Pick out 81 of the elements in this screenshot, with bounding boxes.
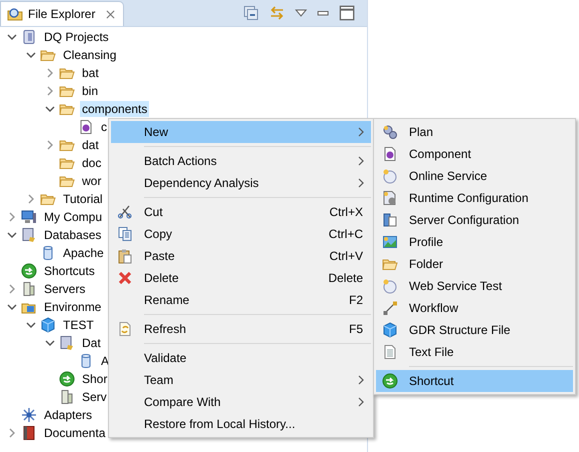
- delete-icon: [117, 270, 133, 286]
- menu-item[interactable]: New: [111, 121, 371, 143]
- menu-item[interactable]: Profile: [376, 231, 573, 253]
- scissors-icon: [117, 204, 133, 220]
- server-config-icon: [382, 212, 398, 228]
- menu-item[interactable]: Restore from Local History...: [111, 413, 371, 435]
- shortcut-key: Ctrl+V: [329, 249, 371, 263]
- cube-icon: [382, 322, 398, 338]
- text-file-icon: [382, 344, 398, 360]
- computer-icon: [21, 209, 37, 225]
- tree-item[interactable]: DQ Projects: [42, 29, 111, 45]
- tree-item[interactable]: Documenta: [42, 425, 108, 441]
- collapse-all-icon[interactable]: [243, 5, 259, 21]
- project-icon: [21, 29, 37, 45]
- cube-icon: [40, 317, 56, 333]
- tree-item[interactable]: Cleansing: [61, 47, 118, 63]
- menu-item[interactable]: Copy Ctrl+C: [111, 223, 371, 245]
- menu-item[interactable]: Runtime Configuration: [376, 187, 573, 209]
- tree-item[interactable]: Shortcuts: [42, 263, 97, 279]
- view-tab[interactable]: File Explorer: [0, 1, 124, 26]
- tree-item[interactable]: Adapters: [42, 407, 94, 423]
- close-icon[interactable]: [106, 10, 116, 18]
- tree-item[interactable]: wor: [80, 173, 104, 189]
- tree-item[interactable]: Shor: [80, 371, 110, 387]
- menu-item[interactable]: Online Service: [376, 165, 573, 187]
- menu-item[interactable]: Compare With: [111, 391, 371, 413]
- menu-item[interactable]: Text File: [376, 341, 573, 363]
- menu-item[interactable]: Folder: [376, 253, 573, 275]
- component-file-icon: [78, 119, 94, 135]
- tree-item[interactable]: Databases: [42, 227, 104, 243]
- menu-item[interactable]: Paste Ctrl+V: [111, 245, 371, 267]
- menu-item[interactable]: Server Configuration: [376, 209, 573, 231]
- tree-item[interactable]: Environme: [42, 299, 104, 315]
- menu-item[interactable]: GDR Structure File: [376, 319, 573, 341]
- runtime-config-icon: [382, 190, 398, 206]
- tree-item[interactable]: My Compu: [42, 209, 104, 225]
- menu-item[interactable]: Validate: [111, 347, 371, 369]
- shortcut-key: Delete: [328, 271, 371, 285]
- server-icon: [59, 389, 75, 405]
- tree-item[interactable]: doc: [80, 155, 104, 171]
- menu-item[interactable]: Refresh F5: [111, 318, 371, 340]
- menu-item[interactable]: Plan: [376, 121, 573, 143]
- minimize-icon[interactable]: [317, 9, 329, 17]
- tree-item[interactable]: Dat: [80, 335, 103, 351]
- shortcut-icon: [59, 371, 75, 387]
- menu-item[interactable]: Workflow: [376, 297, 573, 319]
- shortcut-key: F2: [348, 293, 371, 307]
- menu-item[interactable]: Dependency Analysis: [111, 172, 371, 194]
- tree-item[interactable]: Apache: [61, 245, 106, 261]
- menu-item[interactable]: Web Service Test: [376, 275, 573, 297]
- shortcut-key: Ctrl+C: [328, 227, 371, 241]
- menu-item[interactable]: Component: [376, 143, 573, 165]
- menu-item[interactable]: Shortcut: [376, 370, 573, 392]
- tree-item[interactable]: bat: [80, 65, 101, 81]
- workflow-icon: [382, 300, 398, 316]
- tree-item[interactable]: TEST: [61, 317, 96, 333]
- menu-item[interactable]: Batch Actions: [111, 150, 371, 172]
- menu-item[interactable]: Delete Delete: [111, 267, 371, 289]
- tree-item[interactable]: Tutorial: [61, 191, 105, 207]
- tree-item[interactable]: bin: [80, 83, 100, 99]
- paste-icon: [117, 248, 133, 264]
- shortcut-icon: [382, 373, 398, 389]
- maximize-icon[interactable]: [339, 5, 355, 21]
- shortcut-key: F5: [348, 322, 371, 336]
- server-icon: [21, 281, 37, 297]
- magnifier-folder-icon: [7, 6, 23, 22]
- tree-item[interactable]: Serv: [80, 389, 109, 405]
- refresh-icon: [117, 321, 133, 337]
- copy-icon: [117, 226, 133, 242]
- menu-item[interactable]: Rename F2: [111, 289, 371, 311]
- shortcut-key: Ctrl+X: [329, 205, 371, 219]
- book-icon: [21, 425, 37, 441]
- tree-item[interactable]: c: [99, 119, 109, 135]
- tree-item[interactable]: dat: [80, 137, 101, 153]
- tree-item[interactable]: components: [80, 101, 150, 117]
- menu-item[interactable]: Cut Ctrl+X: [111, 201, 371, 223]
- view-menu-icon[interactable]: [295, 9, 307, 17]
- shortcut-icon: [21, 263, 37, 279]
- tree-item[interactable]: Servers: [42, 281, 88, 297]
- menu-item[interactable]: Team: [111, 369, 371, 391]
- component-file-icon: [382, 146, 398, 162]
